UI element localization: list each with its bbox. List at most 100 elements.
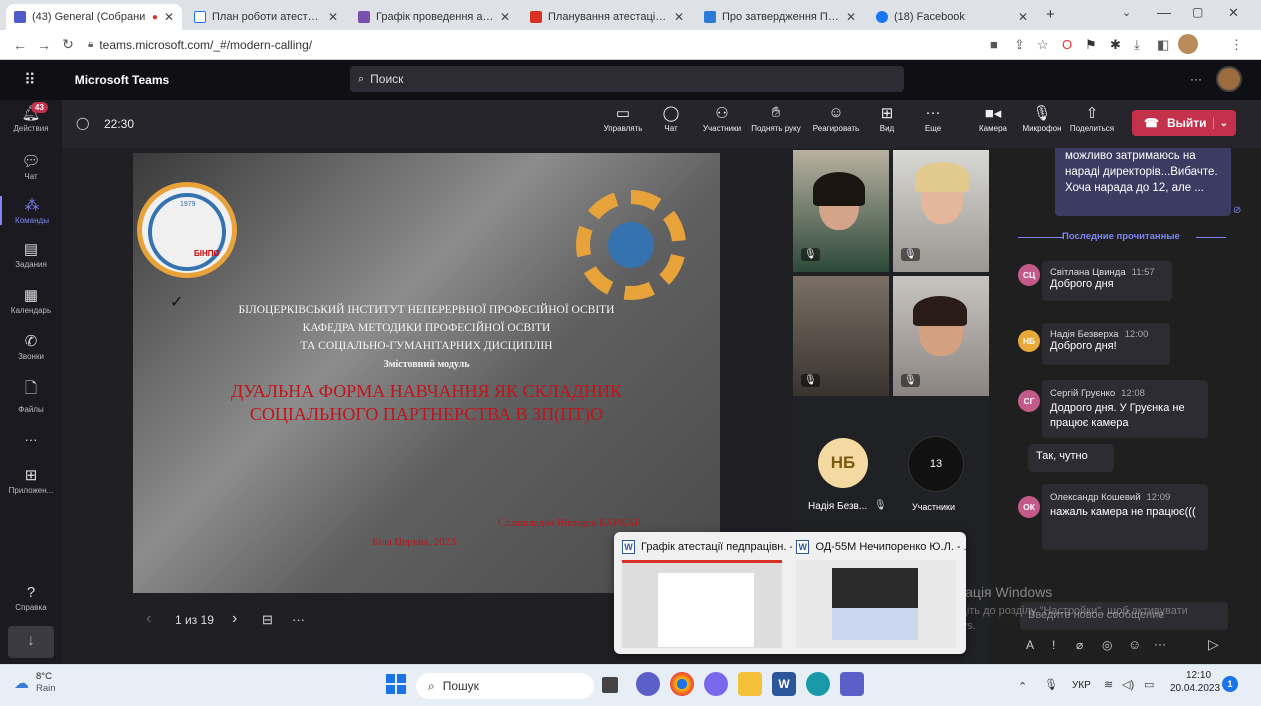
preview-item-2[interactable]: W ОД-55М Нечипоренко Ю.Л. - ... bbox=[796, 540, 966, 554]
notification-badge[interactable]: 1 bbox=[1222, 676, 1238, 692]
file-explorer-icon[interactable] bbox=[738, 672, 762, 696]
preview-thumbnail-2[interactable] bbox=[796, 560, 956, 648]
tab-pro-zatverdzhennia[interactable]: Про затвердження Полож ✕ bbox=[696, 4, 864, 30]
close-window-icon[interactable]: ✕ bbox=[1228, 5, 1239, 21]
settings-more-button[interactable]: ··· bbox=[1190, 72, 1202, 86]
rail-assignments[interactable]: ▤ Задания bbox=[0, 240, 62, 269]
loop-icon[interactable]: ◎ bbox=[1102, 638, 1112, 652]
react-button[interactable]: ☺ Реагировать bbox=[806, 104, 866, 133]
tab-teams[interactable]: (43) General (Собрани ● ✕ bbox=[6, 4, 182, 30]
rail-chat[interactable]: 💬︎ Чат bbox=[0, 152, 62, 181]
reload-icon[interactable]: ↻ bbox=[56, 36, 80, 53]
windows-start-icon[interactable] bbox=[386, 674, 406, 694]
extension-icon[interactable]: ⚑ bbox=[1085, 37, 1097, 53]
leave-button[interactable]: ☎︎ Выйти ⌄ bbox=[1132, 110, 1236, 136]
close-tab-icon[interactable]: ✕ bbox=[164, 10, 174, 24]
weather-icon[interactable]: ☁ bbox=[14, 674, 29, 692]
teams-taskbar-icon[interactable] bbox=[840, 672, 864, 696]
camera-button[interactable]: ■◂ Камера bbox=[966, 104, 1020, 133]
puzzle-extensions-icon[interactable]: ✱ bbox=[1110, 37, 1121, 53]
format-icon[interactable]: A bbox=[1026, 638, 1034, 652]
word-taskbar-icon[interactable]: W bbox=[772, 672, 796, 696]
browser-menu-icon[interactable]: ⋮ bbox=[1230, 37, 1243, 53]
user-avatar[interactable] bbox=[1216, 66, 1242, 92]
leave-options-chevron-icon[interactable]: ⌄ bbox=[1212, 117, 1228, 129]
taskbar-search[interactable]: ⌕ Пошук bbox=[416, 673, 594, 699]
share-button[interactable]: ⇧ Поделиться bbox=[1064, 104, 1120, 133]
next-slide-icon[interactable]: › bbox=[232, 610, 237, 628]
wifi-icon[interactable]: ≋ bbox=[1104, 678, 1113, 691]
participants-button[interactable]: ⚇ Участники bbox=[694, 104, 750, 133]
download-app-icon[interactable]: ↓ bbox=[8, 626, 54, 658]
send-icon[interactable]: ▷ bbox=[1208, 636, 1219, 653]
edge-taskbar-icon[interactable] bbox=[806, 672, 830, 696]
search-input[interactable]: ⌕ Поиск bbox=[350, 66, 904, 92]
camera-indicator-icon[interactable]: ■ bbox=[990, 37, 998, 52]
download-icon[interactable]: ⤓ bbox=[1134, 37, 1140, 53]
volume-icon[interactable]: ◁) bbox=[1122, 678, 1134, 691]
close-tab-icon[interactable]: ✕ bbox=[1018, 10, 1028, 24]
chat-button[interactable]: ◯ Чат bbox=[644, 104, 698, 133]
rail-teams[interactable]: ⁂ Команды bbox=[0, 196, 62, 225]
clock-time[interactable]: 12:10 bbox=[1186, 670, 1211, 681]
rail-more[interactable]: ··· bbox=[0, 432, 62, 447]
rail-activity[interactable]: 🔔︎ Действия 43 bbox=[0, 102, 62, 133]
prev-slide-icon[interactable]: ‹ bbox=[146, 610, 151, 628]
close-tab-icon[interactable]: ✕ bbox=[846, 10, 856, 24]
video-tile-1[interactable]: 🎙︎ bbox=[793, 150, 889, 272]
participant-count[interactable]: 13 bbox=[908, 436, 964, 492]
video-tile-3[interactable]: 🎙︎ bbox=[793, 276, 889, 396]
tab-facebook[interactable]: (18) Facebook ✕ bbox=[868, 4, 1036, 30]
raise-hand-button[interactable]: ✋︎ Поднять руку bbox=[746, 104, 806, 133]
rail-help[interactable]: ? Справка bbox=[0, 584, 62, 612]
slide-more-icon[interactable]: ··· bbox=[292, 612, 305, 627]
language-indicator[interactable]: УКР bbox=[1072, 680, 1091, 691]
tray-mic-icon[interactable]: 🎙︎ bbox=[1044, 678, 1058, 691]
participant-avatar[interactable]: НБ bbox=[818, 438, 868, 488]
restore-icon[interactable]: ▢ bbox=[1192, 5, 1203, 19]
slide-grid-icon[interactable]: ⊟ bbox=[262, 612, 273, 628]
share-icon[interactable]: ⇪ bbox=[1014, 37, 1025, 53]
forward-icon[interactable]: → bbox=[32, 37, 56, 53]
sidepanel-icon[interactable]: ◧ bbox=[1157, 37, 1169, 53]
tray-chevron-icon[interactable]: ⌃ bbox=[1018, 680, 1027, 693]
close-tab-icon[interactable]: ✕ bbox=[500, 10, 510, 24]
url-field[interactable]: 🔒︎ teams.microsoft.com/_#/modern-calling… bbox=[88, 38, 312, 52]
bookmark-star-icon[interactable]: ☆ bbox=[1037, 37, 1049, 53]
profile-avatar[interactable] bbox=[1178, 34, 1198, 54]
task-view-icon[interactable] bbox=[602, 677, 618, 693]
app-launcher-icon[interactable]: ⠿ bbox=[24, 70, 36, 90]
priority-icon[interactable]: ! bbox=[1052, 638, 1055, 652]
back-icon[interactable]: ← bbox=[8, 37, 32, 53]
rail-files[interactable]: 🗋︎ Файлы bbox=[0, 378, 62, 414]
close-tab-icon[interactable]: ✕ bbox=[328, 10, 338, 24]
video-tile-4[interactable]: 🎙︎ bbox=[893, 276, 989, 396]
rail-calendar[interactable]: ▦ Календарь bbox=[0, 286, 62, 315]
preview-thumbnail-1[interactable] bbox=[622, 560, 782, 648]
opera-extension-icon[interactable]: O bbox=[1062, 37, 1072, 52]
new-tab-icon[interactable]: + bbox=[1046, 6, 1055, 23]
file-icon: 🗋︎ bbox=[24, 380, 38, 397]
tab-plan[interactable]: План роботи атестаційної ✕ bbox=[186, 4, 346, 30]
tab-search-icon[interactable]: ⌄ bbox=[1122, 6, 1131, 19]
attach-icon[interactable]: ⌀ bbox=[1076, 638, 1083, 652]
more-options-icon[interactable]: ··· bbox=[1154, 637, 1166, 651]
chrome-taskbar-icon[interactable] bbox=[670, 672, 694, 696]
microphone-button[interactable]: 🎙︎ Микрофон bbox=[1014, 104, 1070, 133]
tab-planuvannia[interactable]: Планування атестації педа ✕ bbox=[522, 4, 692, 30]
rail-apps[interactable]: ⊞ Приложен... bbox=[0, 466, 62, 495]
minimize-icon[interactable]: — bbox=[1157, 4, 1171, 20]
clock-date[interactable]: 20.04.2023 bbox=[1170, 683, 1220, 694]
battery-icon[interactable]: ▭ bbox=[1144, 678, 1154, 691]
preview-item-1[interactable]: W Графік атестації педпрацівн. - ... bbox=[622, 540, 792, 554]
more-button[interactable]: ··· Еще bbox=[906, 104, 960, 133]
close-tab-icon[interactable]: ✕ bbox=[674, 10, 684, 24]
tab-grafik[interactable]: Графік проведення атестаі ✕ bbox=[350, 4, 518, 30]
rail-calls[interactable]: ✆ Звонки bbox=[0, 332, 62, 361]
muted-mic-icon: 🎙︎ bbox=[901, 248, 920, 261]
manage-button[interactable]: ▭ Управлять bbox=[596, 104, 650, 133]
video-tile-2[interactable]: 🎙︎ bbox=[893, 150, 989, 272]
emoji-icon[interactable]: ☺ bbox=[1128, 637, 1141, 652]
viber-taskbar-icon[interactable] bbox=[704, 672, 728, 696]
teams-chat-taskbar-icon[interactable] bbox=[636, 672, 660, 696]
